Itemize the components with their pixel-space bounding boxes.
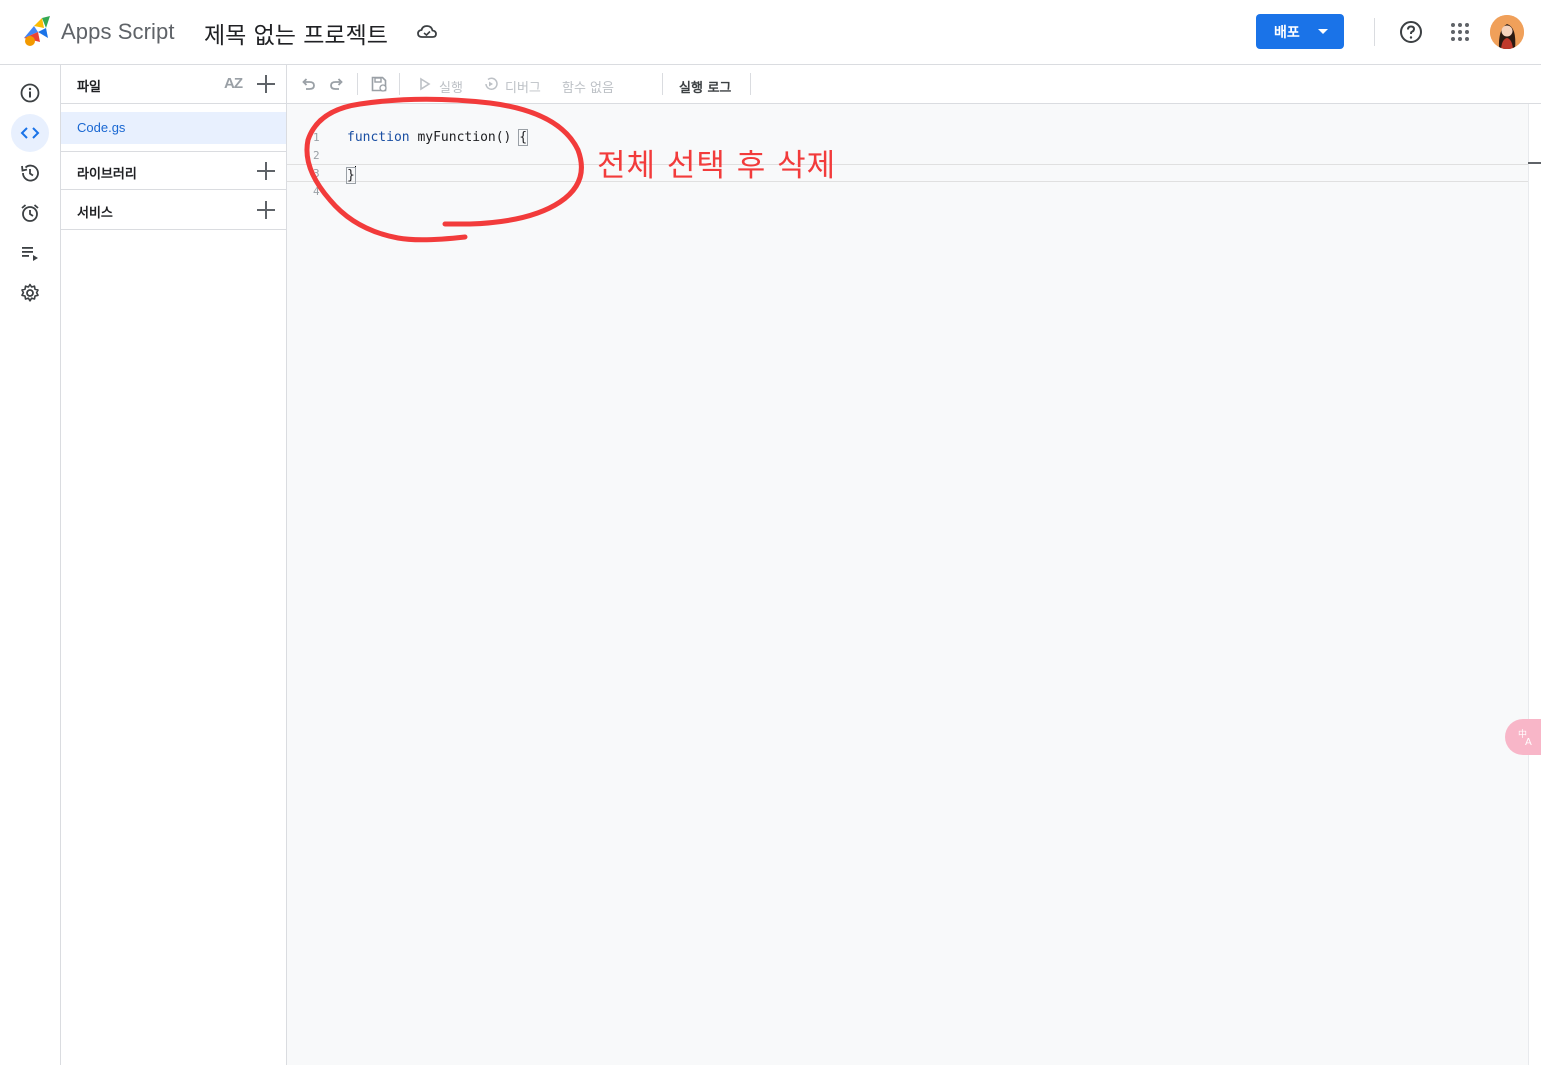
add-file-icon[interactable] <box>256 74 276 94</box>
code-line-3[interactable]: } <box>346 166 356 184</box>
app-name[interactable]: Apps Script <box>61 19 175 45</box>
alarm-clock-icon <box>21 204 39 222</box>
current-line-highlight <box>287 164 1528 182</box>
top-bar: Apps Script 제목 없는 프로젝트 배포 <box>0 0 1541 65</box>
line-number: 4 <box>313 185 320 198</box>
code-editor[interactable] <box>287 104 1528 1065</box>
triggers-button[interactable] <box>11 194 49 232</box>
cloud-saved-icon <box>417 25 437 38</box>
translate-icon: 中 A <box>1518 728 1532 748</box>
toolbar-divider <box>399 73 400 95</box>
code-keyword: function <box>347 130 410 145</box>
deploy-label: 배포 <box>1274 24 1300 41</box>
run-button[interactable]: 실행 <box>439 77 463 96</box>
libraries-label: 라이브러리 <box>77 167 137 182</box>
google-apps-icon[interactable] <box>1448 20 1472 44</box>
account-avatar[interactable] <box>1490 15 1524 49</box>
code-text: myFunction() <box>409 130 520 145</box>
files-header: 파일 AZ <box>61 65 286 104</box>
redo-icon[interactable] <box>327 75 345 93</box>
sort-az-icon[interactable]: AZ <box>224 75 243 92</box>
code-open-brace: { <box>518 129 529 146</box>
toolbar-divider <box>662 73 663 95</box>
add-library-icon[interactable] <box>256 161 276 181</box>
play-icon <box>420 77 431 91</box>
editor-scrollbar[interactable] <box>1528 104 1541 1065</box>
scrollbar-cursor-marker <box>1528 162 1541 164</box>
libraries-header: 라이브러리 <box>61 151 286 190</box>
header-divider <box>1374 18 1375 46</box>
executions-button[interactable] <box>11 234 49 272</box>
line-number: 1 <box>313 131 320 144</box>
debug-icon <box>485 77 498 90</box>
apps-script-logo-icon[interactable] <box>20 14 56 48</box>
files-panel: 파일 AZ Code.gs 라이브러리 서비스 <box>61 65 287 1065</box>
text-cursor <box>354 166 356 182</box>
undo-icon[interactable] <box>300 75 318 93</box>
history-icon <box>21 164 39 182</box>
project-settings-button[interactable] <box>11 274 49 312</box>
code-close-brace: } <box>346 167 356 184</box>
toolbar-divider <box>750 73 751 95</box>
line-number: 2 <box>313 149 320 162</box>
file-item-code-gs[interactable]: Code.gs <box>61 112 286 144</box>
save-icon[interactable] <box>370 75 388 93</box>
help-icon[interactable] <box>1398 19 1424 45</box>
execution-log-button[interactable]: 실행 로그 <box>679 77 731 96</box>
services-header: 서비스 <box>61 191 286 230</box>
playlist-play-icon <box>22 247 38 261</box>
toolbar-divider <box>357 73 358 95</box>
deploy-button[interactable]: 배포 <box>1256 14 1344 49</box>
add-service-icon[interactable] <box>256 200 276 220</box>
info-icon <box>20 83 40 103</box>
editor-toolbar: 실행 디버그 함수 없음 실행 로그 <box>287 65 1541 104</box>
function-select[interactable]: 함수 없음 <box>562 77 614 96</box>
files-label: 파일 <box>77 80 101 95</box>
gear-icon <box>21 283 39 302</box>
services-label: 서비스 <box>77 206 113 221</box>
chevron-down-icon <box>1318 29 1328 34</box>
project-history-button[interactable] <box>11 154 49 192</box>
debug-button[interactable]: 디버그 <box>505 77 541 96</box>
annotation-text: 전체 선택 후 삭제 <box>597 148 837 184</box>
line-number: 3 <box>313 167 320 180</box>
code-icon <box>20 127 40 139</box>
code-line-1[interactable]: function myFunction() { <box>347 129 529 146</box>
file-name: Code.gs <box>77 120 126 135</box>
translate-widget-button[interactable]: 中 A <box>1505 719 1541 755</box>
project-title[interactable]: 제목 없는 프로젝트 <box>204 16 388 50</box>
svg-text:A: A <box>1525 737 1532 748</box>
left-nav-rail <box>0 65 61 1065</box>
editor-button[interactable] <box>11 114 49 152</box>
overview-button[interactable] <box>11 74 49 112</box>
